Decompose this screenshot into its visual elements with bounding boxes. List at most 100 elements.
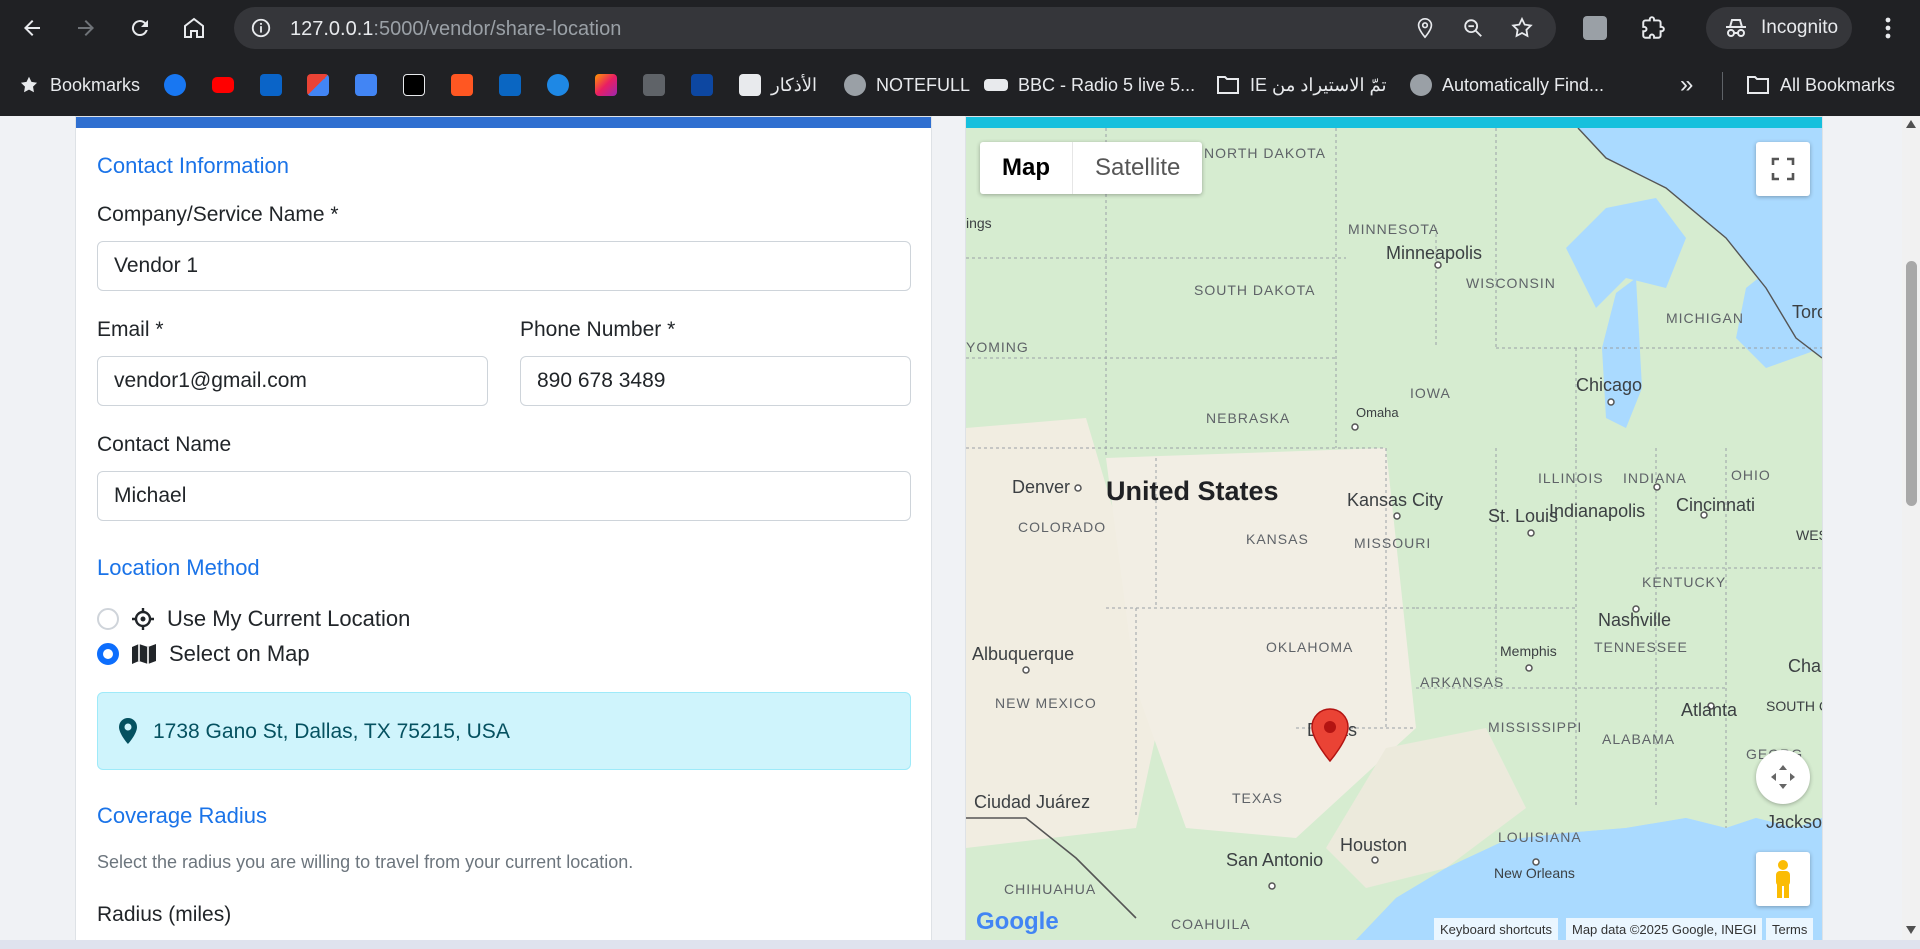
- extensions-puzzle-icon[interactable]: [1640, 15, 1666, 41]
- svg-text:Kansas City: Kansas City: [1347, 490, 1443, 510]
- company-name-input[interactable]: Vendor 1: [97, 241, 911, 291]
- use-current-location-radio[interactable]: [97, 608, 119, 630]
- scroll-up-arrow-icon[interactable]: [1906, 120, 1916, 128]
- svg-text:MISSISSIPPI: MISSISSIPPI: [1488, 719, 1582, 735]
- home-button[interactable]: [178, 12, 210, 44]
- bookmark-folder-ie[interactable]: IE تمّ الاستيراد من: [1216, 70, 1387, 100]
- all-bookmarks-folder[interactable]: All Bookmarks: [1746, 70, 1895, 100]
- bookmark-azkar[interactable]: الأذكار: [739, 70, 817, 100]
- bookmarks-overflow-button[interactable]: »: [1680, 70, 1693, 100]
- selected-address-text: 1738 Gano St, Dallas, TX 75215, USA: [153, 720, 510, 743]
- keyboard-shortcuts-link[interactable]: Keyboard shortcuts: [1434, 918, 1559, 940]
- globe-icon: [1410, 74, 1432, 96]
- mountain-icon: [691, 74, 713, 96]
- google-logo[interactable]: Google: [976, 908, 1059, 936]
- bookmark-c[interactable]: [547, 70, 569, 100]
- c-app-icon: [547, 74, 569, 96]
- terms-link[interactable]: Terms: [1766, 918, 1814, 940]
- home-icon: [184, 17, 204, 38]
- bookmark-youtube[interactable]: [212, 70, 234, 100]
- reload-button[interactable]: [124, 12, 156, 44]
- bookmark-bbc[interactable]: BBC - Radio 5 live 5...: [984, 70, 1195, 100]
- bookmarks-divider: [1722, 72, 1723, 100]
- bookmark-translate[interactable]: [355, 70, 377, 100]
- back-arrow-icon: [24, 20, 40, 36]
- svg-text:United States: United States: [1106, 476, 1279, 506]
- google-map[interactable]: NORTH DAKOTA MINNESOTA WISCONSIN SOUTH D…: [966, 128, 1822, 940]
- bookmark-gmail[interactable]: [307, 70, 329, 100]
- map-type-control: Map Satellite: [980, 142, 1203, 194]
- zoom-icon[interactable]: [1462, 17, 1484, 39]
- fullscreen-button[interactable]: [1756, 142, 1810, 196]
- gmail-icon: [307, 74, 329, 96]
- svg-text:NEBRASKA: NEBRASKA: [1206, 410, 1290, 426]
- svg-text:Toro: Toro: [1792, 302, 1822, 322]
- svg-text:ILLINOIS: ILLINOIS: [1538, 470, 1604, 486]
- menu-kebab-icon[interactable]: [1876, 15, 1900, 41]
- select-on-map-option[interactable]: Select on Map: [97, 641, 310, 667]
- address-bar[interactable]: 127.0.0.1:5000/vendor/share-location: [234, 7, 1556, 49]
- bookmark-facebook[interactable]: [164, 70, 186, 100]
- forward-button[interactable]: [70, 12, 102, 44]
- reload-icon: [131, 20, 148, 37]
- radius-miles-label: Radius (miles): [97, 903, 232, 926]
- svg-text:OHIO: OHIO: [1731, 467, 1771, 483]
- t-app-icon: [451, 74, 473, 96]
- svg-text:TEXAS: TEXAS: [1232, 790, 1283, 806]
- svg-text:KENTUCKY: KENTUCKY: [1642, 574, 1726, 590]
- incognito-profile-button[interactable]: Incognito: [1706, 7, 1852, 49]
- bookmark-x[interactable]: [403, 70, 425, 100]
- bookmark-mountain[interactable]: [691, 70, 713, 100]
- street-view-pegman-button[interactable]: [1756, 852, 1810, 906]
- page-bottom-strip: [0, 940, 1920, 949]
- bookmarks-manager[interactable]: Bookmarks: [18, 70, 140, 100]
- scroll-down-arrow-icon[interactable]: [1906, 926, 1916, 934]
- bookmark-linkedin[interactable]: [499, 70, 521, 100]
- svg-text:Jackson: Jackson: [1766, 812, 1822, 832]
- location-pin-icon[interactable]: [1414, 17, 1436, 39]
- back-button[interactable]: [16, 12, 48, 44]
- bookmark-automatically-find[interactable]: Automatically Find...: [1410, 70, 1604, 100]
- contact-name-label: Contact Name: [97, 433, 232, 456]
- bbc-icon: [984, 79, 1008, 91]
- pegman-icon: [1776, 860, 1790, 898]
- email-label: Email *: [97, 318, 164, 341]
- svg-text:Houston: Houston: [1340, 835, 1407, 855]
- ti-icon: [643, 74, 665, 96]
- svg-text:NORTH DAKOTA: NORTH DAKOTA: [1204, 145, 1326, 161]
- svg-text:San Antonio: San Antonio: [1226, 850, 1323, 870]
- crosshairs-icon: [132, 608, 154, 630]
- bookmark-stairs[interactable]: [595, 70, 617, 100]
- svg-text:Ciudad Juárez: Ciudad Juárez: [974, 792, 1090, 812]
- svg-text:New Orleans: New Orleans: [1494, 865, 1575, 881]
- bookmark-star-icon[interactable]: [1510, 16, 1534, 40]
- phone-number-field[interactable]: 890 678 3489: [520, 356, 911, 406]
- bookmark-notefull[interactable]: NOTEFULL: [844, 70, 970, 100]
- bookmark-t[interactable]: [451, 70, 473, 100]
- contact-name-input[interactable]: Michael: [97, 471, 911, 521]
- profile-label: Incognito: [1761, 17, 1839, 38]
- svg-text:ARKANSAS: ARKANSAS: [1420, 674, 1504, 690]
- map-marker-pin[interactable]: [1311, 708, 1349, 764]
- svg-text:IOWA: IOWA: [1410, 385, 1451, 401]
- coverage-radius-help-text: Select the radius you are willing to tra…: [97, 852, 634, 872]
- select-on-map-radio[interactable]: [97, 643, 119, 665]
- page-scrollbar[interactable]: [1902, 116, 1920, 940]
- svg-text:Nashville: Nashville: [1598, 610, 1671, 630]
- map-type-satellite-button[interactable]: Satellite: [1073, 142, 1202, 194]
- scrollbar-thumb[interactable]: [1906, 261, 1917, 506]
- svg-text:Omaha: Omaha: [1356, 405, 1399, 420]
- folder-icon: [1217, 76, 1239, 94]
- bookmark-ti[interactable]: [643, 70, 665, 100]
- camera-control-button[interactable]: [1756, 750, 1810, 804]
- email-field[interactable]: vendor1@gmail.com: [97, 356, 488, 406]
- svg-text:WISCONSIN: WISCONSIN: [1466, 275, 1556, 291]
- map-type-map-button[interactable]: Map: [980, 142, 1072, 194]
- site-info-icon[interactable]: [250, 17, 272, 39]
- bookmark-outlook[interactable]: [260, 70, 282, 100]
- use-current-location-option[interactable]: Use My Current Location: [97, 606, 410, 632]
- extension-icon[interactable]: [1583, 16, 1607, 40]
- select-on-map-label: Select on Map: [169, 641, 310, 666]
- svg-text:TENNESSEE: TENNESSEE: [1594, 639, 1688, 655]
- svg-text:OKLAHOMA: OKLAHOMA: [1266, 639, 1353, 655]
